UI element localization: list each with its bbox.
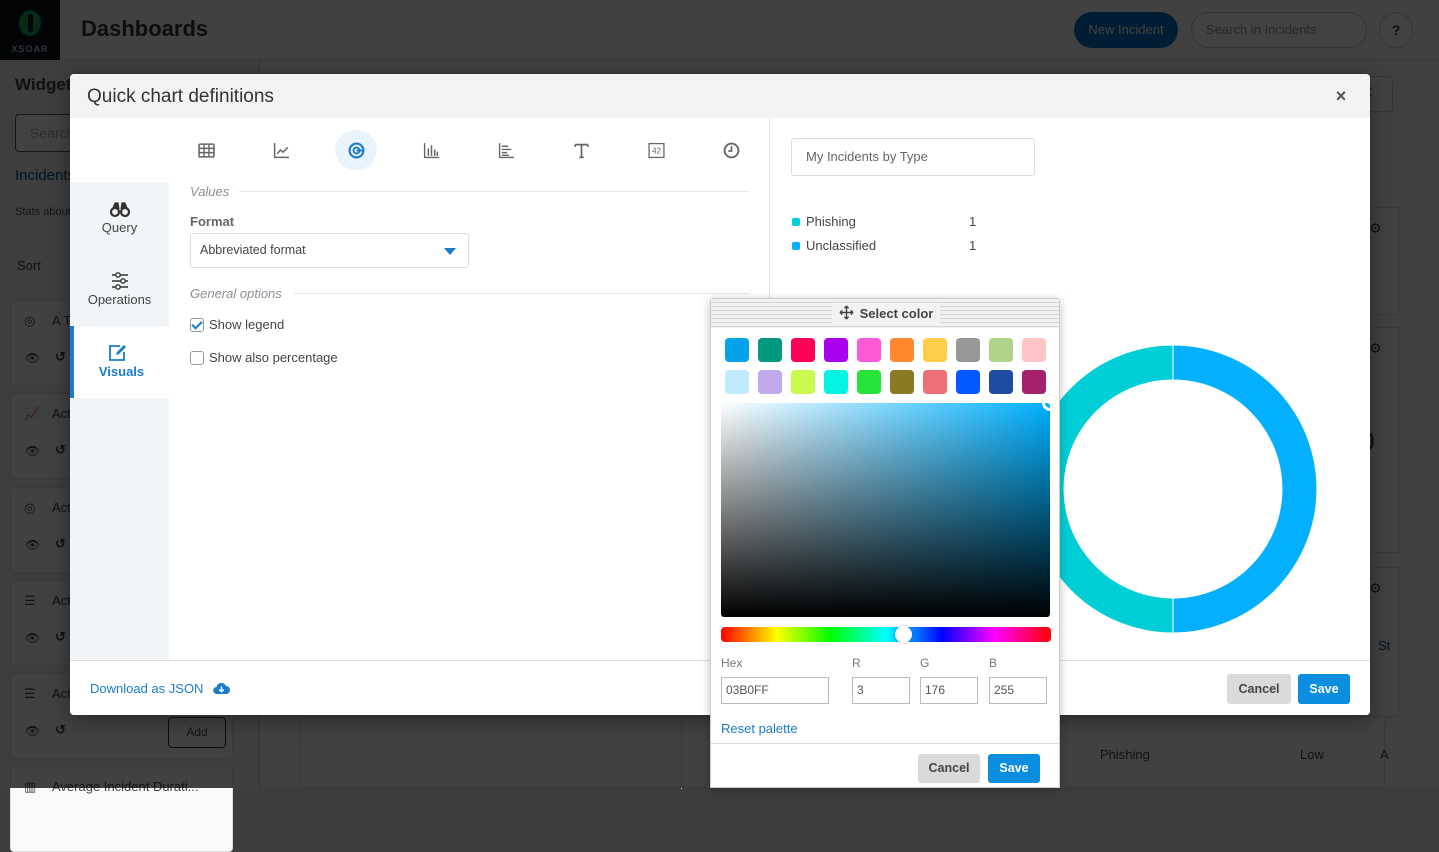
hue-slider-handle[interactable] bbox=[895, 626, 912, 643]
cancel-button[interactable]: Cancel bbox=[1227, 674, 1291, 704]
color-swatch[interactable] bbox=[791, 338, 815, 362]
hue-slider[interactable] bbox=[721, 627, 1051, 642]
g-label: G bbox=[920, 656, 929, 670]
text-icon bbox=[573, 142, 590, 159]
color-swatch[interactable] bbox=[890, 338, 914, 362]
definition-side-tabs: Query Operations Visuals bbox=[70, 182, 169, 660]
legend-count: 1 bbox=[969, 238, 976, 253]
section-divider bbox=[239, 191, 749, 192]
color-swatch[interactable] bbox=[758, 370, 782, 394]
tab-query-label: Query bbox=[102, 220, 137, 235]
color-save-button[interactable]: Save bbox=[988, 754, 1040, 783]
bar-chart-icon bbox=[423, 142, 440, 159]
color-swatch[interactable] bbox=[857, 370, 881, 394]
chart-type-number[interactable]: 42 bbox=[635, 130, 677, 170]
color-picker-drag-handle[interactable]: Select color bbox=[711, 299, 1059, 328]
format-select-value: Abbreviated format bbox=[200, 243, 306, 257]
chart-type-line[interactable] bbox=[260, 130, 302, 170]
show-legend-label: Show legend bbox=[209, 317, 284, 332]
tab-query[interactable]: Query bbox=[70, 182, 169, 254]
caret-down-icon bbox=[444, 248, 456, 255]
number-icon: 42 bbox=[648, 142, 665, 159]
values-section-label: Values bbox=[190, 184, 229, 199]
hex-input[interactable]: 03B0FF bbox=[721, 677, 829, 704]
chart-type-pie[interactable] bbox=[335, 130, 377, 170]
legend-swatch[interactable] bbox=[792, 242, 800, 250]
dialog-title: Quick chart definitions bbox=[87, 86, 274, 108]
saturation-value-area[interactable] bbox=[721, 403, 1050, 617]
save-button[interactable]: Save bbox=[1298, 674, 1350, 704]
legend-label: Unclassified bbox=[806, 238, 876, 253]
show-percentage-label: Show also percentage bbox=[209, 350, 338, 365]
color-swatch[interactable] bbox=[923, 338, 947, 362]
color-swatch[interactable] bbox=[857, 338, 881, 362]
g-input[interactable]: 176 bbox=[920, 677, 978, 704]
tab-visuals[interactable]: Visuals bbox=[70, 326, 169, 398]
edit-square-icon bbox=[108, 344, 128, 362]
download-json-label: Download as JSON bbox=[90, 681, 203, 696]
general-options-section-label: General options bbox=[190, 286, 282, 301]
color-swatch[interactable] bbox=[791, 370, 815, 394]
chart-type-text[interactable] bbox=[560, 130, 602, 170]
color-swatch[interactable] bbox=[923, 370, 947, 394]
color-swatch[interactable] bbox=[725, 370, 749, 394]
color-swatch[interactable] bbox=[989, 338, 1013, 362]
format-label: Format bbox=[190, 214, 234, 229]
tab-visuals-label: Visuals bbox=[99, 364, 144, 379]
visuals-panel: Values Format Abbreviated format General… bbox=[169, 182, 769, 660]
color-swatch[interactable] bbox=[758, 338, 782, 362]
chart-type-table[interactable] bbox=[185, 130, 227, 170]
color-swatch[interactable] bbox=[824, 370, 848, 394]
color-swatch[interactable] bbox=[989, 370, 1013, 394]
color-swatch[interactable] bbox=[890, 370, 914, 394]
saturation-handle[interactable] bbox=[1042, 395, 1058, 411]
color-swatch[interactable] bbox=[725, 338, 749, 362]
format-select[interactable]: Abbreviated format bbox=[190, 233, 469, 268]
r-input[interactable]: 3 bbox=[852, 677, 910, 704]
reset-palette-link[interactable]: Reset palette bbox=[721, 721, 798, 736]
line-chart-icon bbox=[273, 142, 290, 159]
legend-label: Phishing bbox=[806, 214, 856, 229]
checkbox-checked[interactable] bbox=[190, 318, 204, 332]
color-picker-title-text: Select color bbox=[860, 306, 934, 321]
hex-label: Hex bbox=[721, 656, 742, 670]
clock-icon bbox=[723, 142, 740, 159]
download-json-link[interactable]: Download as JSON bbox=[90, 681, 230, 696]
color-swatch[interactable] bbox=[956, 338, 980, 362]
color-swatch[interactable] bbox=[956, 370, 980, 394]
color-picker-popover: Select color Hex R G B 03B0FF 3 176 255 … bbox=[710, 298, 1060, 788]
chart-type-bar[interactable] bbox=[410, 130, 452, 170]
legend-swatch[interactable] bbox=[792, 218, 800, 226]
widget-title-input[interactable]: My Incidents by Type bbox=[791, 138, 1035, 176]
donut-slice-unclassified[interactable] bbox=[1173, 345, 1317, 633]
move-icon bbox=[839, 305, 854, 320]
table-icon bbox=[198, 142, 215, 159]
color-swatch[interactable] bbox=[1022, 338, 1046, 362]
color-swatch[interactable] bbox=[824, 338, 848, 362]
dialog-header: Quick chart definitions × bbox=[70, 74, 1370, 118]
section-divider bbox=[294, 293, 749, 294]
chart-type-bar-horizontal[interactable] bbox=[485, 130, 527, 170]
svg-text:42: 42 bbox=[652, 146, 661, 155]
tab-operations[interactable]: Operations bbox=[70, 254, 169, 326]
color-swatch[interactable] bbox=[1022, 370, 1046, 394]
tab-operations-label: Operations bbox=[88, 292, 152, 307]
color-picker-footer: Cancel Save bbox=[711, 743, 1059, 789]
b-label: B bbox=[989, 656, 997, 670]
close-icon[interactable]: × bbox=[1331, 86, 1351, 106]
r-label: R bbox=[852, 656, 861, 670]
checkbox-unchecked[interactable] bbox=[190, 351, 204, 365]
b-input[interactable]: 255 bbox=[989, 677, 1047, 704]
color-cancel-button[interactable]: Cancel bbox=[918, 754, 980, 783]
legend-count: 1 bbox=[969, 214, 976, 229]
binoculars-icon bbox=[110, 200, 130, 218]
cloud-download-icon bbox=[213, 682, 230, 695]
donut-chart-icon bbox=[348, 142, 365, 159]
sliders-icon bbox=[110, 272, 130, 290]
color-picker-title: Select color bbox=[832, 303, 940, 325]
chart-type-duration[interactable] bbox=[710, 130, 752, 170]
chart-type-selector: 42 bbox=[170, 130, 770, 170]
bar-chart-horizontal-icon bbox=[498, 142, 515, 159]
